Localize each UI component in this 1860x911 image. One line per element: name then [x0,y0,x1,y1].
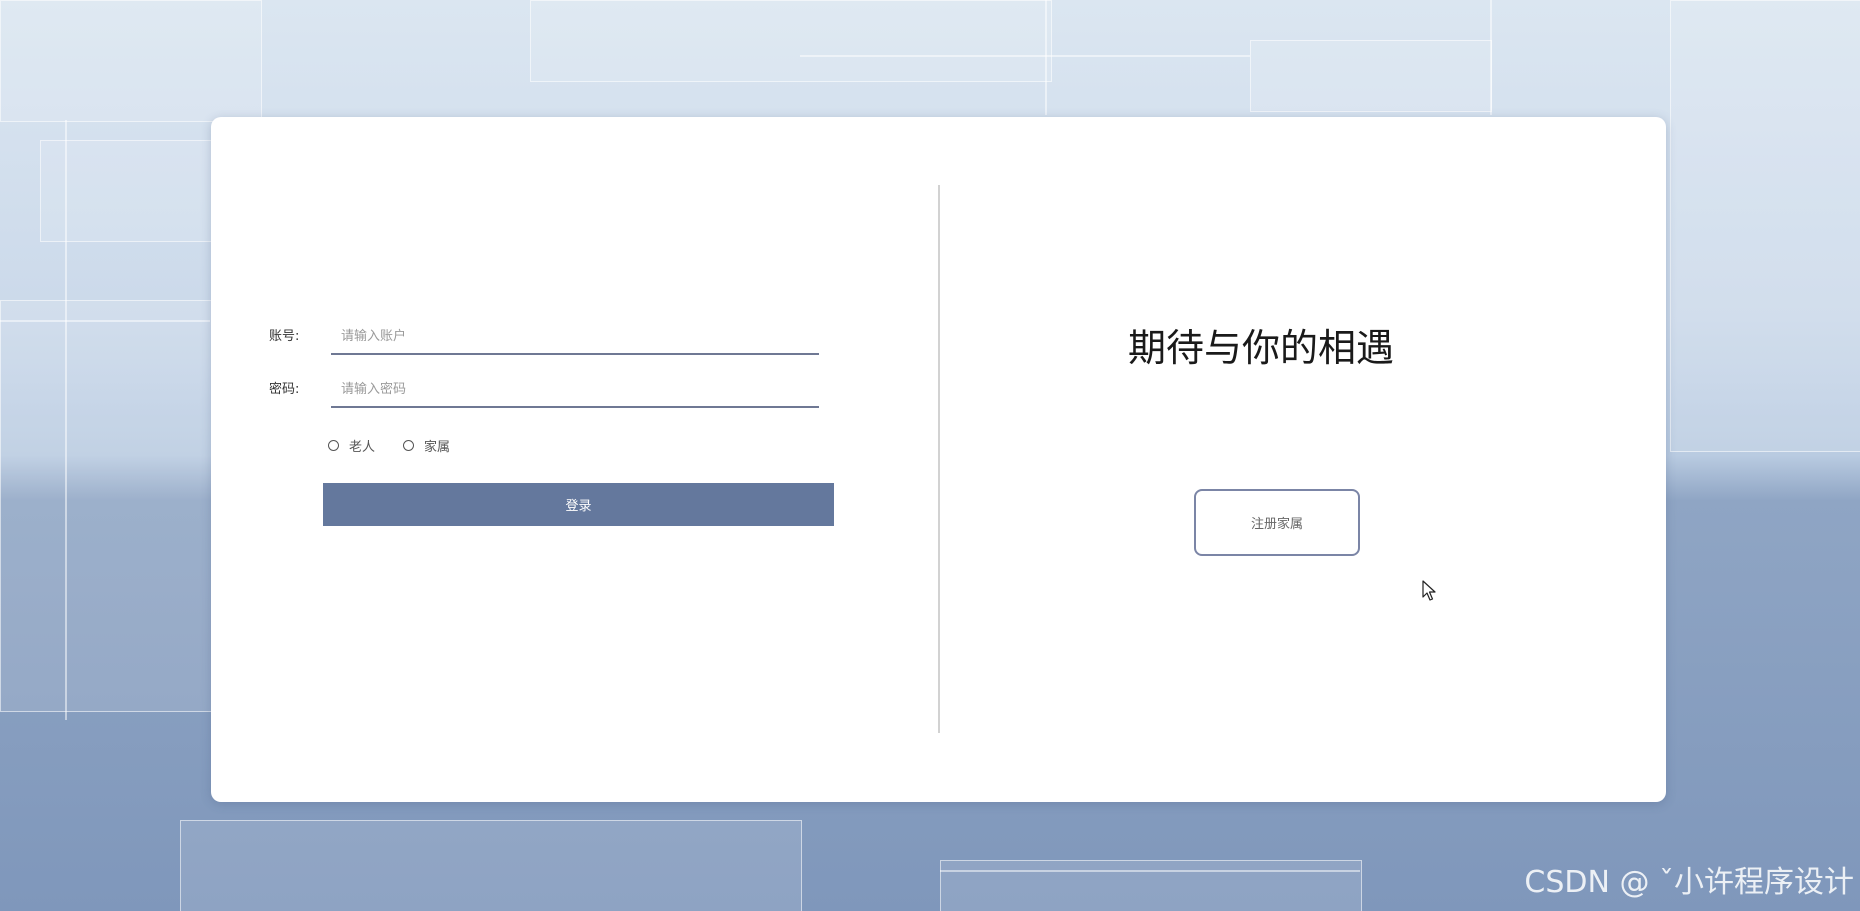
account-input[interactable] [331,319,819,355]
radio-circle-icon[interactable] [403,439,415,451]
radio-circle-icon[interactable] [328,439,339,451]
register-family-button[interactable]: 注册家属 [1194,489,1360,556]
bg-glass-panel [1670,0,1860,452]
bg-line [800,55,1250,57]
password-row: 密码: [269,372,829,412]
password-input[interactable] [331,372,819,408]
bg-glass-panel [40,140,222,242]
welcome-headline: 期待与你的相遇 [1127,326,1394,370]
bg-glass-panel [530,0,1052,82]
account-row: 账号: [269,319,829,359]
bg-glass-panel [940,860,1362,911]
bg-glass-panel [0,300,212,712]
bg-glass-panel [180,820,802,911]
vertical-divider [938,185,940,733]
login-card: 账号: 密码: 老人 家属 登录 期待与你的相遇 注册家属 [211,117,1666,802]
role-radio-elder[interactable]: 老人 [328,436,375,455]
bg-line [0,320,210,322]
bg-line [940,870,1360,872]
bg-line [1045,0,1047,115]
bg-glass-panel [0,0,262,122]
role-label-elder: 老人 [349,439,376,455]
role-selector: 老人 家属 [328,435,478,455]
watermark-text: CSDN @ ˇ小许程序设计 [1524,865,1854,900]
bg-line [1490,0,1492,115]
password-label: 密码: [269,382,300,397]
role-label-family: 家属 [424,439,451,455]
account-label: 账号: [269,329,300,344]
role-radio-family[interactable]: 家属 [403,436,450,455]
bg-glass-panel [1250,40,1492,112]
mouse-pointer-icon [1422,580,1436,601]
login-button[interactable]: 登录 [323,483,834,526]
bg-line [65,120,67,720]
